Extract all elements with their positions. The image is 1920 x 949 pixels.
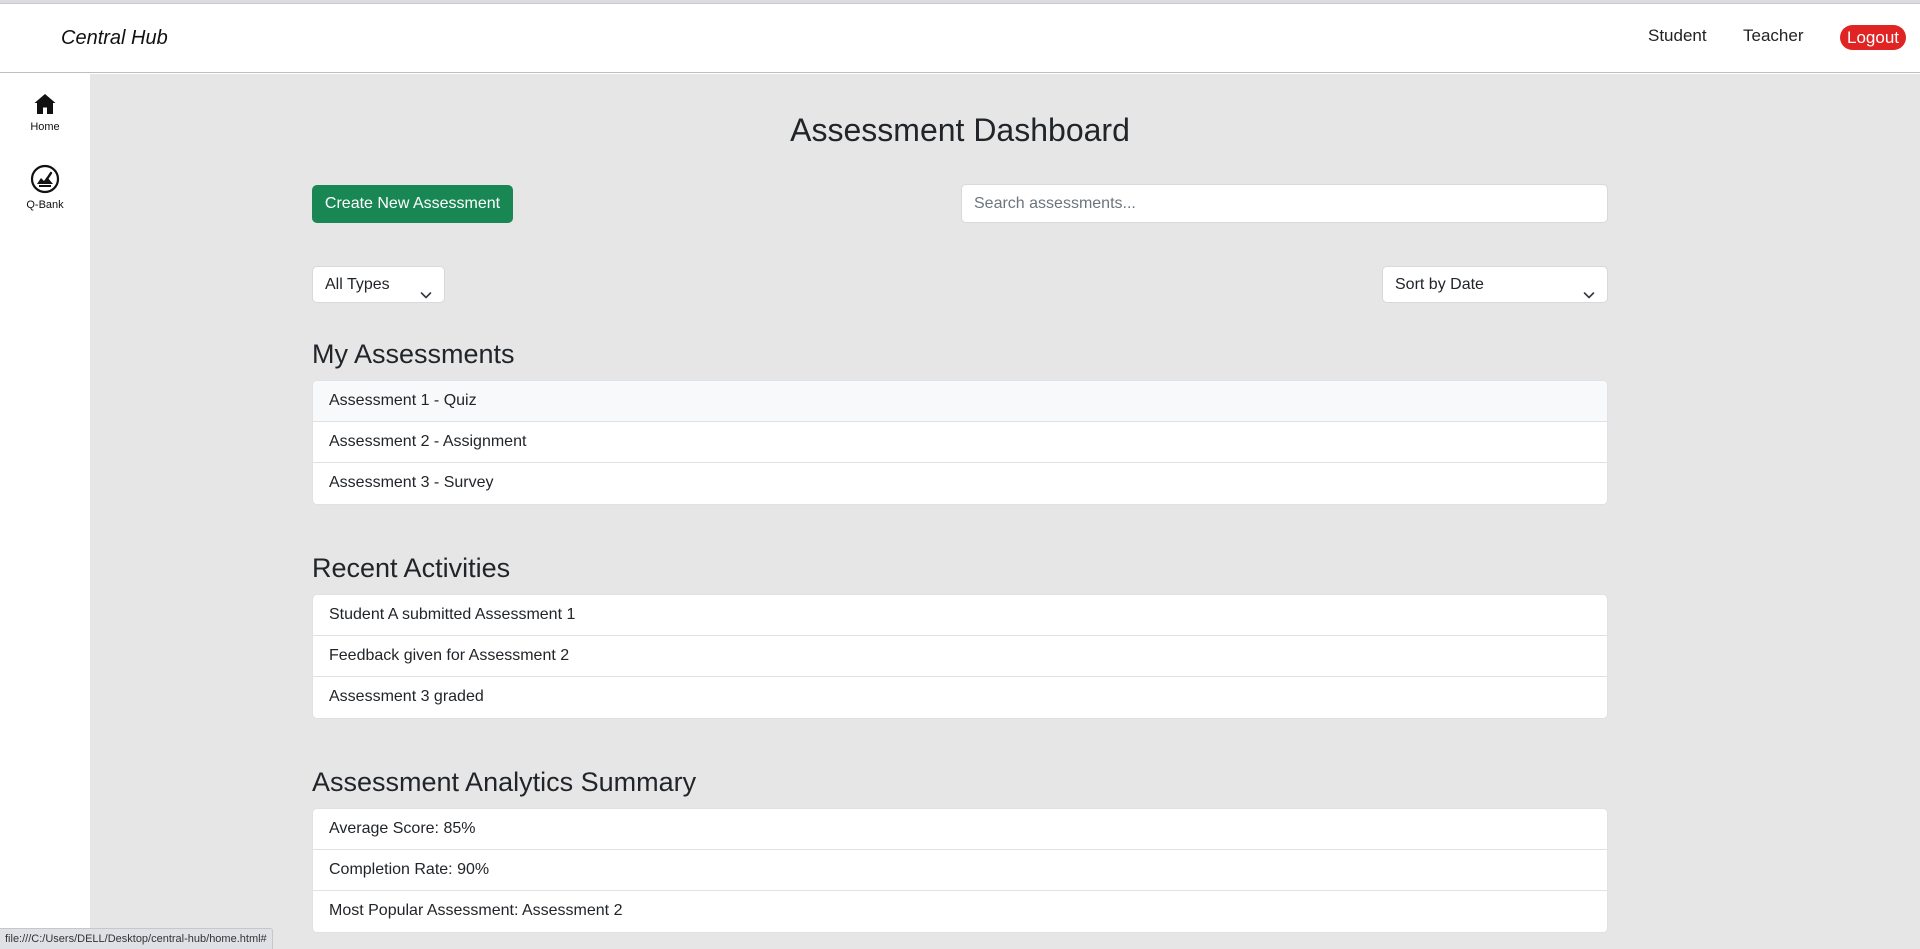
sidebar-item-home[interactable]: Home (0, 92, 90, 133)
analytics-summary-heading: Assessment Analytics Summary (312, 767, 697, 797)
analytics-item: Most Popular Assessment: Assessment 2 (329, 902, 623, 919)
main-content: Assessment Dashboard Create New Assessme… (90, 74, 1920, 949)
activity-item: Student A submitted Assessment 1 (313, 595, 1607, 636)
assessment-item[interactable]: Assessment 2 - Assignment (313, 422, 1607, 463)
browser-status-url: file:///C:/Users/DELL/Desktop/central-hu… (0, 928, 273, 949)
chevron-down-icon (1583, 279, 1595, 314)
analytics-item: Average Score: 85% (313, 809, 1607, 850)
recent-activities-list: Student A submitted Assessment 1 Feedbac… (312, 594, 1608, 719)
analytics-item: Completion Rate: 90% (313, 850, 1607, 891)
type-filter-select[interactable]: All Types (312, 266, 445, 303)
page-title: Assessment Dashboard (790, 112, 1130, 148)
sort-value: Sort by Date (1395, 276, 1484, 293)
my-assessments-heading: My Assessments (312, 339, 515, 369)
home-icon (0, 92, 90, 116)
search-input[interactable] (961, 184, 1608, 223)
nav-link-teacher[interactable]: Teacher (1743, 26, 1803, 46)
recent-activities-heading: Recent Activities (312, 553, 511, 583)
my-assessments-list: Assessment 1 - Quiz Assessment 2 - Assig… (312, 380, 1608, 505)
activity-item: Feedback given for Assessment 2 (313, 636, 1607, 677)
sidebar: Home Q-Bank (0, 74, 90, 949)
logout-button[interactable]: Logout (1840, 25, 1906, 50)
type-filter-value: All Types (325, 276, 390, 293)
sidebar-item-qbank[interactable]: Q-Bank (0, 164, 90, 211)
sidebar-item-label: Home (30, 121, 60, 133)
create-assessment-button[interactable]: Create New Assessment (312, 185, 513, 223)
chevron-down-icon (420, 279, 432, 314)
sort-select[interactable]: Sort by Date (1382, 266, 1608, 303)
sidebar-item-label: Q-Bank (26, 199, 64, 211)
top-navbar: Central Hub Student Teacher Logout (0, 4, 1920, 73)
brand-title[interactable]: Central Hub (61, 27, 168, 50)
activity-item: Assessment 3 graded (329, 688, 484, 705)
nav-link-student[interactable]: Student (1648, 26, 1707, 46)
assessment-item[interactable]: Assessment 1 - Quiz (313, 381, 1607, 422)
gauge-icon (0, 164, 90, 194)
analytics-summary-list: Average Score: 85% Completion Rate: 90% … (312, 808, 1608, 933)
assessment-item[interactable]: Assessment 3 - Survey (313, 463, 1607, 504)
